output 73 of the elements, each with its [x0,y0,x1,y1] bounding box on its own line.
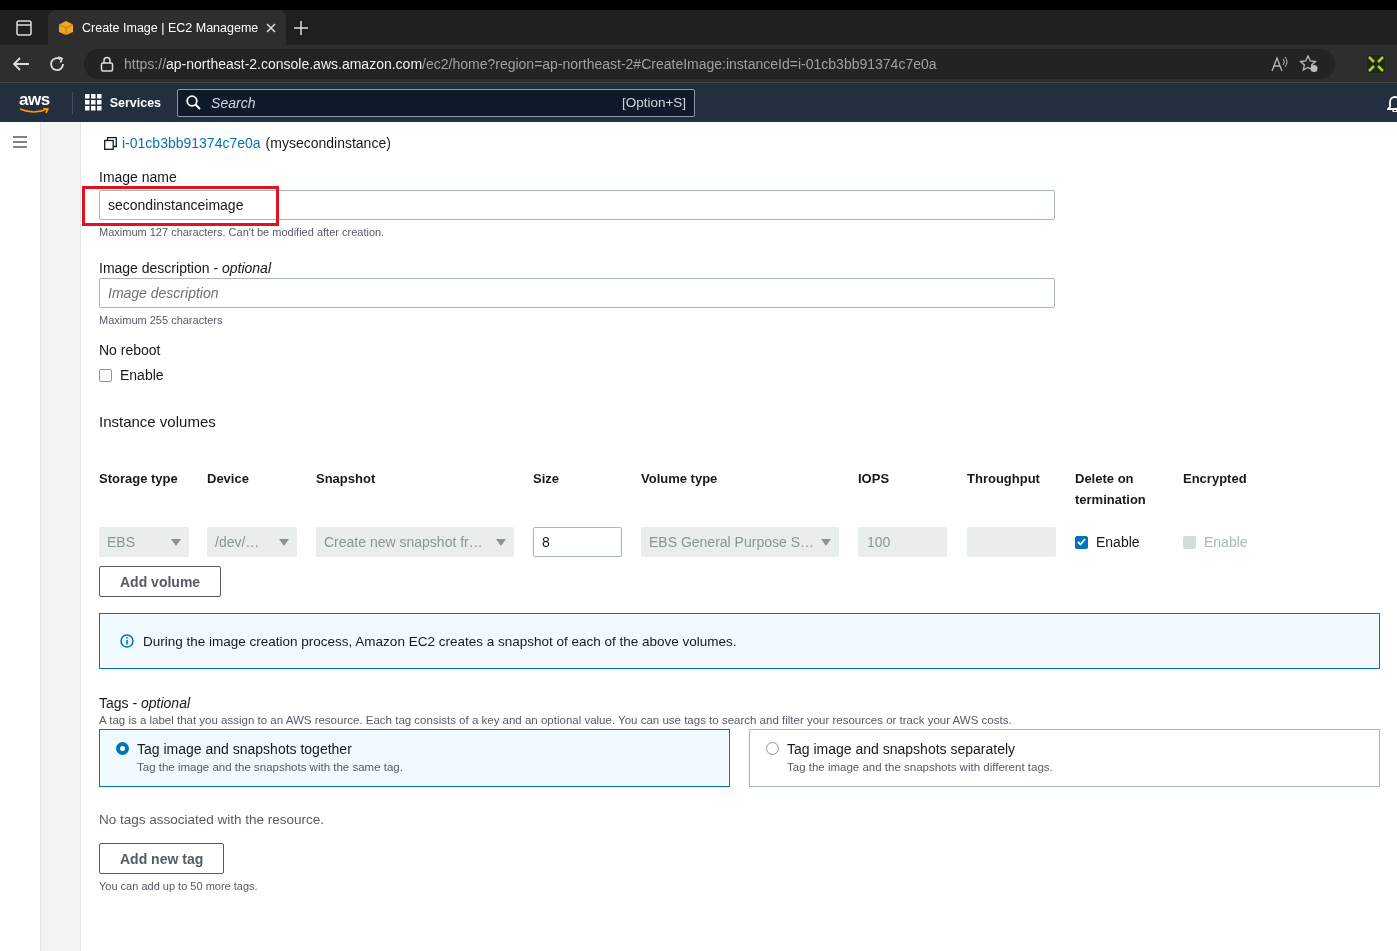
option-title: Tag image and snapshots together [137,741,353,757]
caret-icon [821,538,831,546]
dropdown: EBS [99,527,189,557]
browser-tab[interactable]: Create Image | EC2 Manageme [48,10,287,45]
dropdown: Create new snapshot fr… [316,527,514,557]
dropdown: /dev/… [207,527,297,557]
field-label: Image name [99,168,177,186]
url-text: https://ap-northeast-2.console.aws.amazon.com/ec2/home?region=ap-northeast-2#CreateImage:instanceId=i-01cb3bb91374c7e0a [124,55,938,72]
menu-icon[interactable] [13,136,27,148]
info-icon [120,634,134,648]
radio-button[interactable] [116,742,129,755]
field-label: Tags - optional [99,695,192,711]
tab-title: Create Image | EC2 Manageme [82,20,259,35]
column-header: Device [207,470,250,488]
address-bar[interactable]: https://ap-northeast-2.console.aws.amazon.com/ec2/home?region=ap-northeast-2#CreateImage:instanceId=i-01cb3bb91374c7e0a [84,48,1335,79]
instance-link[interactable]: i-01cb3bb91374c7e0a [122,135,261,151]
caret-icon [496,538,506,546]
copy-icon[interactable] [104,136,117,150]
search-icon [186,95,202,110]
field-label: No reboot [99,341,161,359]
dropdown: EBS General Purpose S… [641,527,839,557]
hint-text: Maximum 127 characters. Can't be modified after creation. [99,226,386,238]
hint-text: You can add up to 50 more tags. [99,880,259,892]
column-header: Encrypted [1183,470,1248,488]
lock-icon [100,55,114,72]
hint-text: Maximum 255 characters [99,314,224,326]
column-header: Volume type [641,470,719,488]
caret-icon [279,538,289,546]
input-field[interactable]: 8 [533,527,622,557]
reload-icon[interactable] [48,54,66,73]
option-title: Tag image and snapshots separately [787,741,1017,757]
option-description: Tag the image and the snapshots with the same tag. [137,761,403,773]
checkbox-label: Enable [1204,534,1248,550]
column-header: IOPS [858,470,891,488]
radio-button[interactable] [766,742,779,755]
services-menu[interactable]: Services [84,94,162,111]
instance-name: (mysecondinstance) [265,135,391,151]
checkbox[interactable] [99,368,112,382]
checkbox-label: Enable [1096,534,1140,550]
input-field[interactable]: secondinstanceimage [99,190,1055,220]
plus-icon[interactable] [294,20,309,35]
column-header: Delete on termination [1075,470,1147,509]
aws-logo[interactable]: aws [19,91,50,114]
grid-icon [84,94,102,111]
empty-text: No tags associated with the resource. [99,812,326,827]
read-aloud-icon[interactable] [1271,55,1289,72]
radio-card[interactable]: Tag image and snapshots separately Tag the image and the snapshots with different tags. [749,729,1380,787]
column-header: Snapshot [316,470,377,488]
column-header: Throughput [967,470,1041,488]
add-tag-button[interactable]: Add new tag [99,843,225,874]
column-header: Size [533,470,560,488]
option-description: Tag the image and the snapshots with different tags. [787,761,1053,773]
column-header: Storage type [99,470,179,488]
field-label: Image description - optional [99,259,271,277]
section-title: Instance volumes [99,413,217,430]
input-field[interactable]: Image description [99,278,1055,308]
extension-icon[interactable] [1367,54,1385,73]
smile-arrow-icon [19,108,50,114]
info-text: During the image creation process, Amazon EC2 creates a snapshot of each of the above volumes. [143,633,737,649]
input-field: 100 [858,527,947,557]
favorite-star-icon[interactable] [1299,54,1319,73]
description-text: A tag is a label that you assign to an AWS resource. Each tag consists of a key and an optional value. You can use tags to search and filter your resources or track your AWS costs. [99,714,1013,726]
radio-card[interactable]: Tag image and snapshots together Tag the image and the snapshots with the same tag. [99,729,730,787]
box-icon [58,19,74,36]
back-icon[interactable] [12,55,30,72]
sidebar-icon[interactable] [16,19,32,36]
close-icon[interactable] [266,22,277,33]
add-volume-button[interactable]: Add volume [99,566,222,597]
checkbox[interactable] [1075,535,1088,549]
search-field[interactable]: Search [Option+S] [177,88,696,117]
check-icon [1077,538,1086,546]
checkbox-label: Enable [120,367,164,383]
caret-icon [171,538,181,546]
